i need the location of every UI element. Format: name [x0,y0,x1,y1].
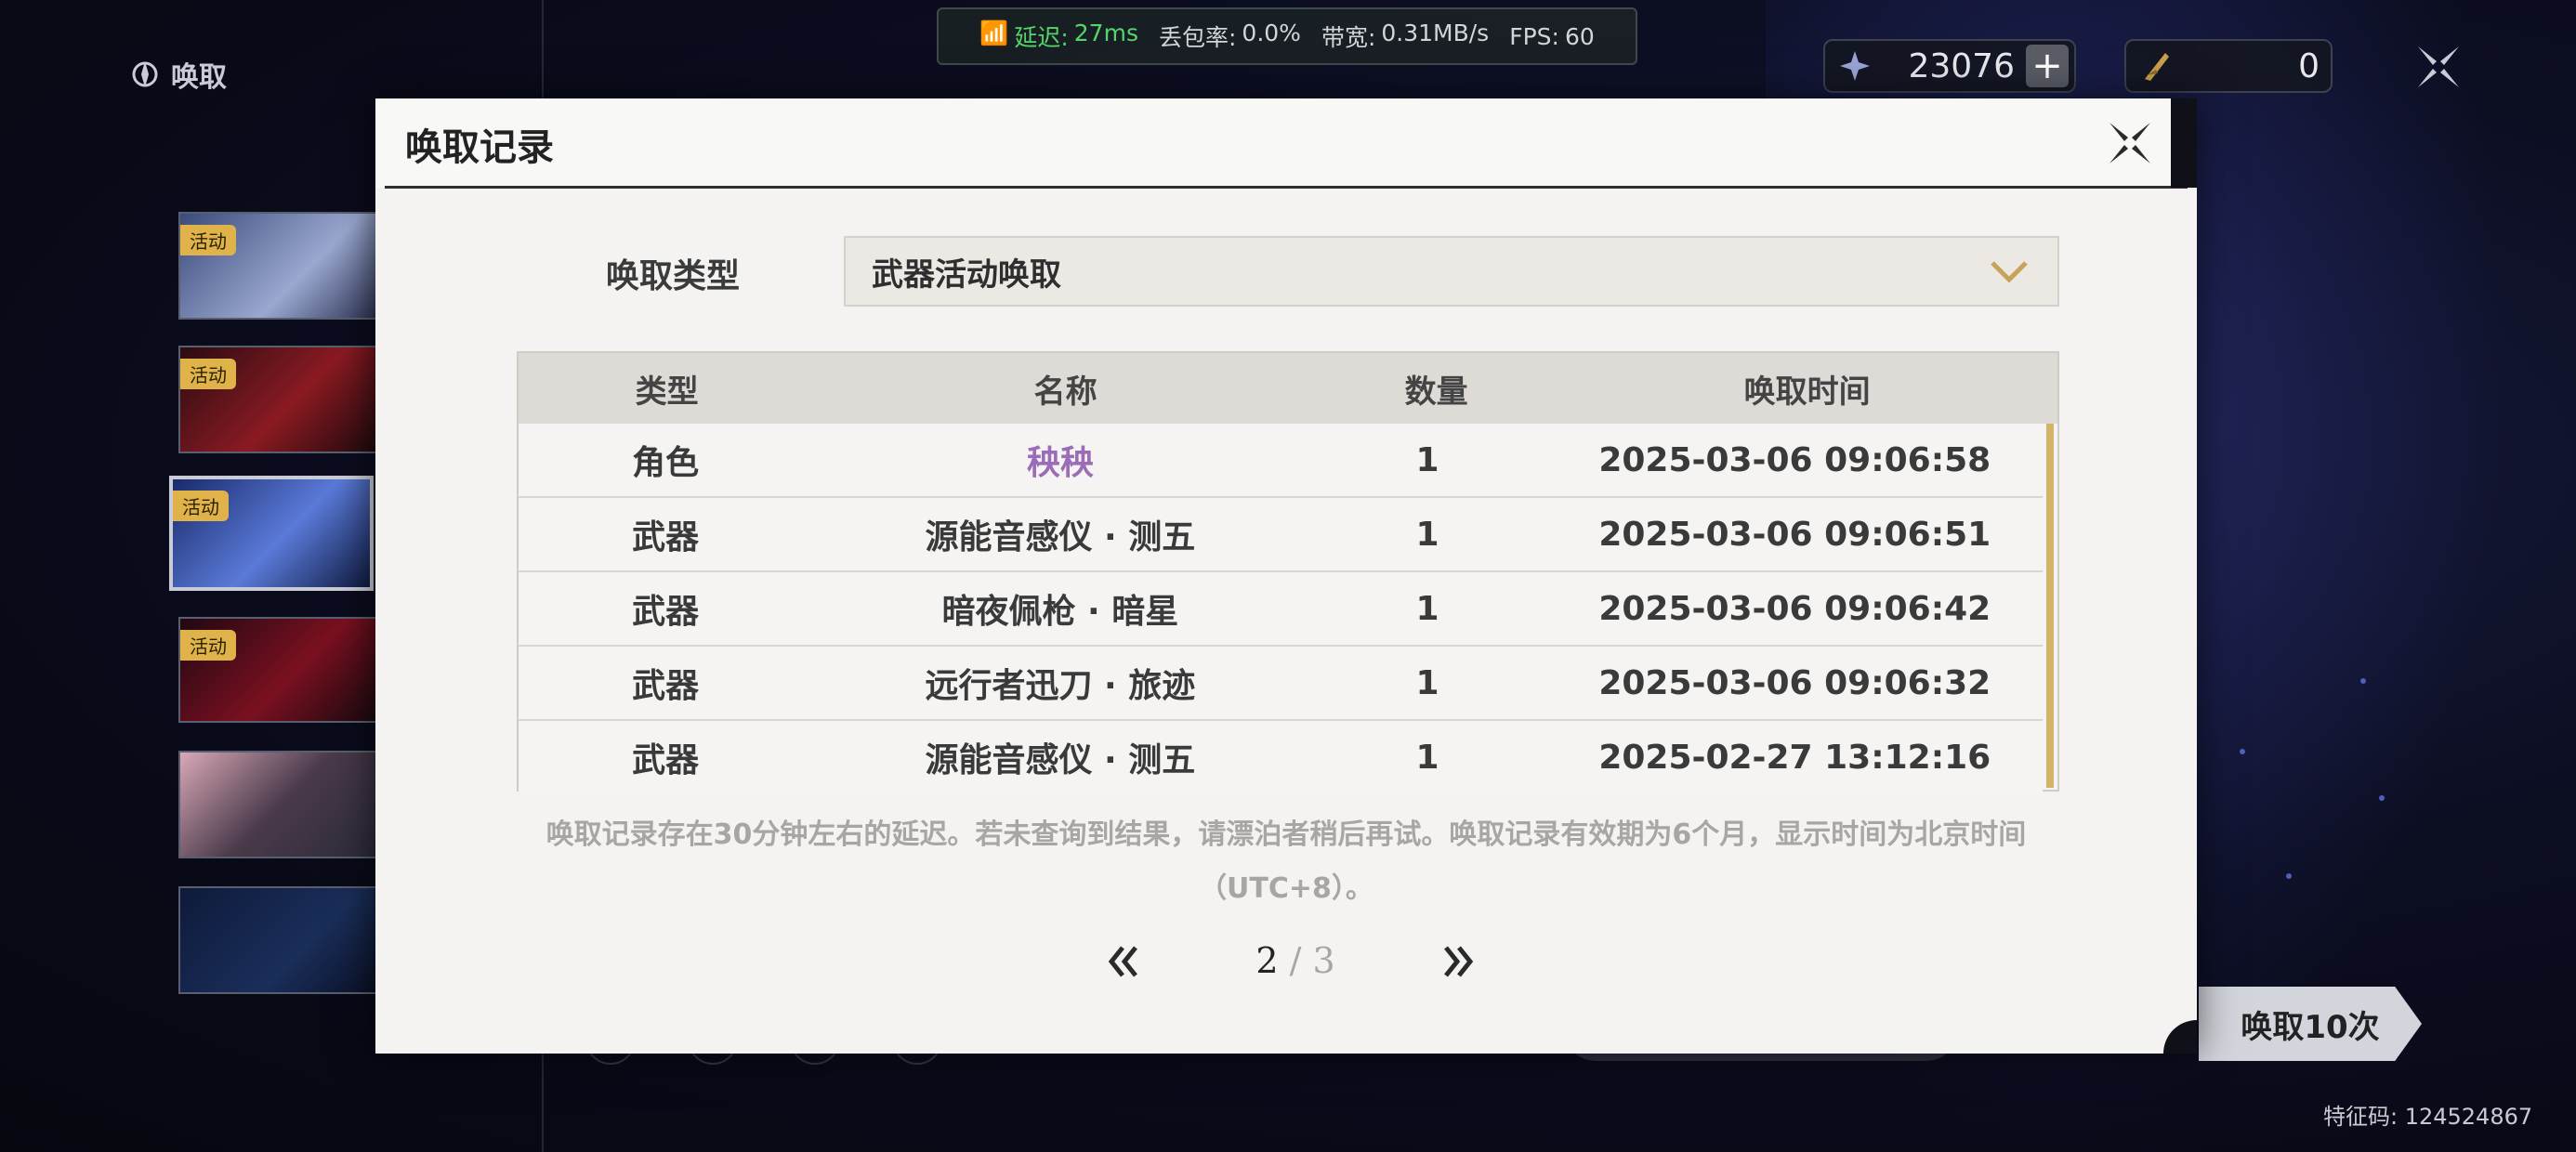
page-title: 唤取 [128,54,227,95]
lustrous-tide-amount: 0 [2298,46,2320,85]
add-astrite-button[interactable]: + [2026,45,2069,87]
column-header-name: 名称 [1033,373,1097,411]
cell-time: 2025-03-06 09:06:58 [1598,440,1991,479]
bandwidth-value: 0.31MB/s [1381,20,1490,46]
banner-item[interactable]: 活动 [178,346,383,453]
feature-code: 特征码: 124524867 [2323,1104,2533,1130]
decorative-corner [2163,1020,2197,1054]
previous-page-icon[interactable] [1100,938,1147,985]
cell-count: 1 [1415,515,1439,554]
background-star [2240,749,2245,754]
table-row: 武器 暗夜佩枪 · 暗星 1 2025-03-06 09:06:42 [519,572,2043,647]
cell-name: 秧秧 [1026,444,1094,482]
close-icon[interactable] [2102,115,2158,171]
cell-time: 2025-02-27 13:12:16 [1598,738,1991,777]
dialog-header [375,98,2197,188]
table-scrollbar[interactable] [2046,424,2054,788]
banner-item-selected[interactable]: 活动 [169,476,374,591]
cell-count: 1 [1415,663,1439,702]
table-header: 类型 名称 数量 唤取时间 [519,353,2057,424]
fps-value: 60 [1564,22,1595,50]
convene-history-dialog: 唤取记录 唤取类型 武器活动唤取 类型 名称 数量 唤取时间 角色 秧秧 1 2… [375,98,2197,1054]
page-title-text: 唤取 [171,61,227,94]
cell-name: 暗夜佩枪 · 暗星 [941,593,1179,631]
event-badge: 活动 [180,630,236,661]
convene-icon [132,61,158,87]
background-star [2286,873,2292,879]
background-star [2360,678,2366,684]
packet-loss-label: 丢包率: [1158,24,1237,51]
banner-item[interactable] [178,751,383,858]
cell-time: 2025-03-06 09:06:42 [1598,589,1991,628]
astrite-icon [1840,51,1870,81]
packet-loss: 丢包率: 0.0% [1159,20,1301,53]
cell-type: 武器 [632,667,700,705]
network-status-bar: 📶 延迟: 27ms 丢包率: 0.0% 带宽: 0.31MB/s FPS: 6… [937,7,1637,65]
cell-count: 1 [1415,589,1439,628]
cell-name: 源能音感仪 · 测五 [925,741,1196,779]
lustrous-tide-currency: 0 [2124,39,2333,93]
decorative-corner [2171,98,2197,188]
cell-time: 2025-03-06 09:06:51 [1598,515,1991,554]
convene-type-label: 唤取类型 [606,257,741,295]
history-table: 类型 名称 数量 唤取时间 角色 秧秧 1 2025-03-06 09:06:5… [517,351,2059,793]
close-icon[interactable] [2409,37,2468,97]
current-page: 2 [1255,940,1279,981]
column-header-time: 唤取时间 [1743,373,1871,411]
lustrous-tide-icon [2145,53,2169,81]
cell-type: 武器 [632,593,700,631]
banner-item[interactable] [178,886,383,994]
cell-type: 武器 [632,518,700,556]
table-row: 武器 源能音感仪 · 测五 1 2025-02-27 13:12:16 [519,721,2043,793]
background-star [2379,795,2385,801]
next-page-icon[interactable] [1435,938,1481,985]
packet-loss-value: 0.0% [1242,20,1301,46]
cell-time: 2025-03-06 09:06:32 [1598,663,1991,702]
header-divider [385,186,2188,189]
event-badge: 活动 [180,359,236,389]
table-row: 武器 源能音感仪 · 测五 1 2025-03-06 09:06:51 [519,498,2043,572]
cell-type: 角色 [632,444,700,482]
latency-value: 27ms [1073,20,1138,46]
convene-type-value: 武器活动唤取 [872,255,1061,294]
chevron-down-icon [1991,261,2028,283]
pull-ten-button[interactable]: 唤取10次 [2199,987,2422,1061]
banner-item[interactable]: 活动 [178,212,383,320]
table-row: 角色 秧秧 1 2025-03-06 09:06:58 [519,424,2043,498]
convene-type-dropdown[interactable]: 武器活动唤取 [844,236,2059,307]
cell-count: 1 [1415,440,1439,479]
cell-count: 1 [1415,738,1439,777]
cell-name: 远行者迅刀 · 旅迹 [925,667,1196,705]
total-pages: 3 [1312,940,1335,981]
astrite-amount: 23076 [1908,46,2015,85]
page-separator: / [1289,940,1302,981]
dialog-title: 唤取记录 [405,126,554,169]
latency-indicator: 📶 延迟: 27ms [979,20,1138,53]
cell-type: 武器 [632,741,700,779]
cell-name: 源能音感仪 · 测五 [925,518,1196,556]
column-header-count: 数量 [1404,373,1468,411]
table-row: 武器 远行者迅刀 · 旅迹 1 2025-03-06 09:06:32 [519,647,2043,721]
astrite-currency: 23076 + [1823,39,2076,93]
banner-item[interactable]: 活动 [178,617,383,723]
event-badge: 活动 [173,491,229,521]
wifi-icon: 📶 [979,20,1009,46]
event-badge: 活动 [180,225,236,255]
column-header-type: 类型 [635,373,699,411]
fps-label: FPS: [1509,22,1559,50]
latency-label: 延迟: [1014,24,1069,51]
bandwidth: 带宽: 0.31MB/s [1321,20,1489,53]
page-indicator: 2 / 3 [1203,940,1388,981]
fps: FPS: 60 [1509,23,1595,50]
bandwidth-label: 带宽: [1321,24,1376,51]
delay-notice: 唤取记录存在30分钟左右的延迟。若未查询到结果，请漂泊者稍后再试。唤取记录有效期… [545,818,2027,905]
